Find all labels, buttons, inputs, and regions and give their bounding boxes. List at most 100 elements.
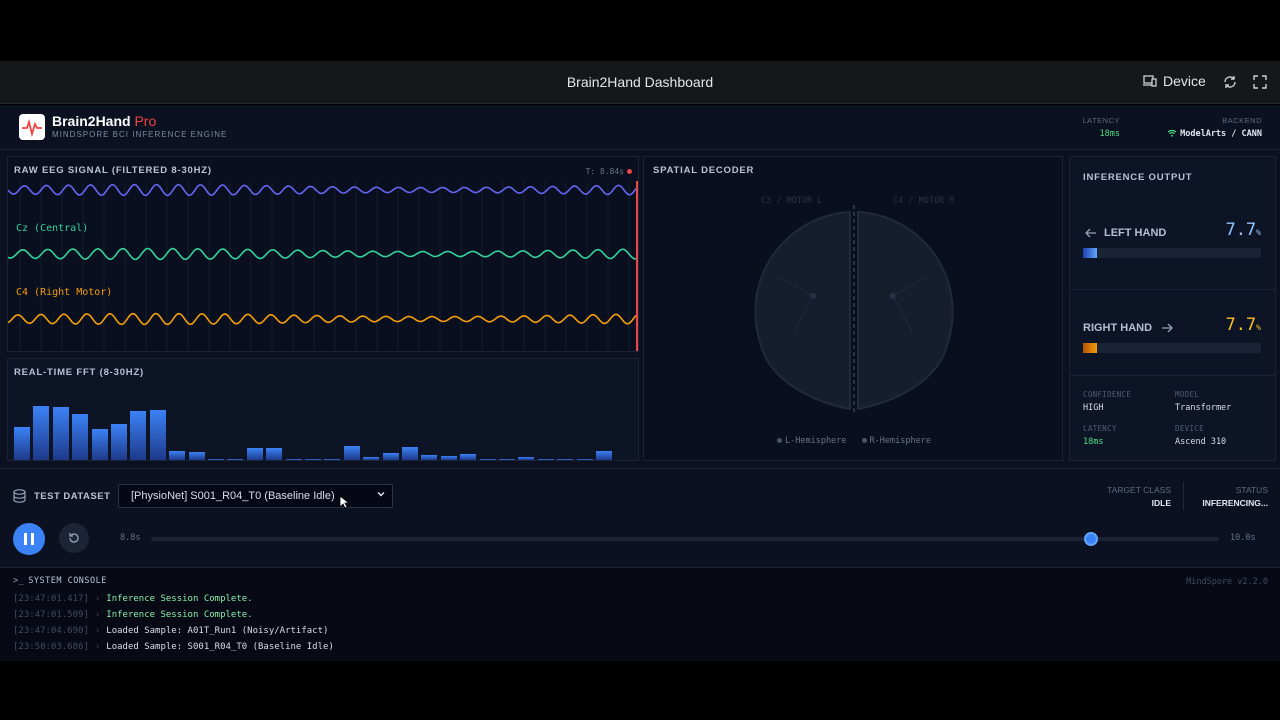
console-timestamp: [23:47:01.417] — [13, 594, 89, 604]
eeg-trace-cz — [8, 247, 637, 261]
device-button[interactable]: Device — [1143, 73, 1206, 89]
fft-bar — [285, 459, 302, 460]
inference-divider — [1070, 289, 1275, 290]
pause-button[interactable] — [13, 523, 45, 555]
channel-label-c4: C4 (Right Motor) — [16, 287, 113, 298]
chevron-down-icon — [377, 492, 385, 497]
fft-bar — [149, 409, 166, 460]
brand-name: Brain2Hand Pro — [52, 113, 156, 129]
console-version: MindSpore v2.2.0 — [1186, 577, 1268, 587]
console-line: [23:47:04.690] › Loaded Sample: A01T_Run1 … — [13, 626, 328, 636]
fft-bar — [33, 406, 50, 460]
console-arrow-icon: › — [94, 594, 101, 604]
brand-suffix: Pro — [134, 113, 157, 129]
fft-bar — [188, 452, 205, 460]
inference-latency-label: LATENCY — [1083, 424, 1117, 433]
console-title: SYSTEM CONSOLE — [28, 576, 107, 586]
arrow-left-icon — [1085, 228, 1096, 238]
dataset-select[interactable]: [PhysioNet] S001_R04_T0 (Baseline Idle) — [118, 484, 393, 508]
time-end: 10.0s — [1230, 533, 1256, 543]
fft-bar — [227, 459, 244, 460]
fft-bar — [596, 450, 612, 460]
fft-bar — [52, 406, 69, 460]
header-backend: BACKEND ModelArts / CANN — [1150, 116, 1262, 139]
header-backend-text: ModelArts / CANN — [1180, 129, 1262, 139]
system-console: >_ SYSTEM CONSOLE MindSpore v2.2.0 [23:47… — [0, 567, 1280, 661]
header-backend-value: ModelArts / CANN — [1150, 129, 1262, 139]
console-message: Inference Session Complete. — [106, 594, 253, 604]
confidence-value: HIGH — [1083, 403, 1104, 413]
arrow-right-icon — [1162, 323, 1173, 333]
fft-bar — [557, 459, 574, 460]
console-timestamp: [23:50:03.686] — [13, 642, 89, 652]
time-current: 8.8s — [120, 533, 141, 543]
console-arrow-icon: › — [94, 642, 101, 652]
inference-panel: INFERENCE OUTPUT LEFT HAND 7.7% RIGHT HA… — [1069, 156, 1276, 461]
eeg-trace-c4 — [8, 312, 637, 326]
fft-bar — [246, 448, 263, 460]
timeline-slider[interactable] — [151, 532, 1219, 546]
target-class: TARGET CLASS IDLE — [1080, 485, 1171, 508]
pause-icon-bar-left — [24, 533, 27, 545]
recording-dot-icon — [627, 169, 632, 174]
status-value: INFERENCING... — [1202, 498, 1268, 508]
fft-bar — [460, 453, 477, 460]
fullscreen-icon[interactable] — [1252, 74, 1268, 90]
legend-left-label: L-Hemisphere — [785, 436, 847, 446]
database-icon — [13, 489, 26, 503]
inference-latency-value: 18ms — [1083, 437, 1104, 447]
window-titlebar: Brain2Hand Dashboard Device — [0, 61, 1280, 104]
fft-bar — [421, 455, 438, 460]
console-line: [23:47:01.509] › Inference Session Complet… — [13, 610, 253, 620]
fft-bar — [91, 428, 108, 460]
legend-left-dot-icon — [777, 438, 782, 443]
right-hand-bar-fill — [1083, 343, 1097, 353]
status: STATUS INFERENCING... — [1190, 485, 1268, 508]
console-message: Loaded Sample: A01T_Run1 (Noisy/Artifact… — [106, 626, 329, 636]
console-arrow-icon: › — [94, 626, 101, 636]
spatial-panel: SPATIAL DECODER C3 / MOTOR L C4 / MOTOR … — [643, 156, 1063, 461]
header-latency-value: 18ms — [1099, 129, 1120, 139]
console-line: [23:47:01.417] › Inference Session Complet… — [13, 594, 253, 604]
mouse-cursor-icon — [339, 495, 349, 509]
pause-icon-bar-right — [31, 533, 34, 545]
fft-bar — [130, 411, 147, 460]
spatial-legend: L-Hemisphere R-Hemisphere — [777, 436, 931, 446]
refresh-icon[interactable] — [1222, 74, 1238, 90]
right-hand-bar — [1083, 343, 1261, 353]
legend-right-label: R-Hemisphere — [869, 436, 931, 446]
fft-bar — [169, 450, 186, 460]
fft-bar — [382, 453, 399, 460]
fft-bar — [363, 457, 380, 460]
dataset-selected: [PhysioNet] S001_R04_T0 (Baseline Idle) — [131, 490, 335, 502]
right-hand-number: 7.7 — [1225, 315, 1257, 335]
fft-bar — [266, 448, 283, 460]
console-arrow-icon: › — [94, 610, 101, 620]
model-label: MODEL — [1175, 390, 1200, 399]
fft-bar — [518, 457, 535, 460]
fft-bar — [343, 446, 360, 460]
fft-bar — [499, 459, 515, 460]
timeline-thumb[interactable] — [1083, 532, 1098, 546]
console-timestamp: [23:47:01.509] — [13, 610, 89, 620]
fft-bar — [576, 459, 593, 460]
meta-divider — [1070, 375, 1275, 376]
target-class-label: TARGET CLASS — [1107, 485, 1171, 495]
left-hand-unit: % — [1256, 228, 1261, 237]
device-label: Device — [1163, 73, 1206, 89]
reset-button[interactable] — [59, 523, 89, 553]
app-header: Brain2Hand Pro MINDSPORE BCI INFERENCE E… — [0, 105, 1280, 150]
reset-icon — [69, 533, 79, 543]
wifi-icon — [1167, 129, 1177, 137]
eeg-waveforms — [8, 181, 638, 351]
brain-diagram — [754, 205, 954, 412]
inference-title: INFERENCE OUTPUT — [1083, 172, 1193, 183]
left-hand-number: 7.7 — [1225, 220, 1257, 240]
fft-bar — [72, 413, 89, 460]
fft-bar — [324, 459, 341, 460]
eeg-trace-top — [8, 183, 637, 197]
device-value: Ascend 310 — [1175, 437, 1227, 447]
brand-text: Brain2Hand — [52, 113, 131, 129]
console-header: >_ SYSTEM CONSOLE — [13, 576, 107, 586]
header-latency-label: LATENCY — [1082, 116, 1120, 125]
